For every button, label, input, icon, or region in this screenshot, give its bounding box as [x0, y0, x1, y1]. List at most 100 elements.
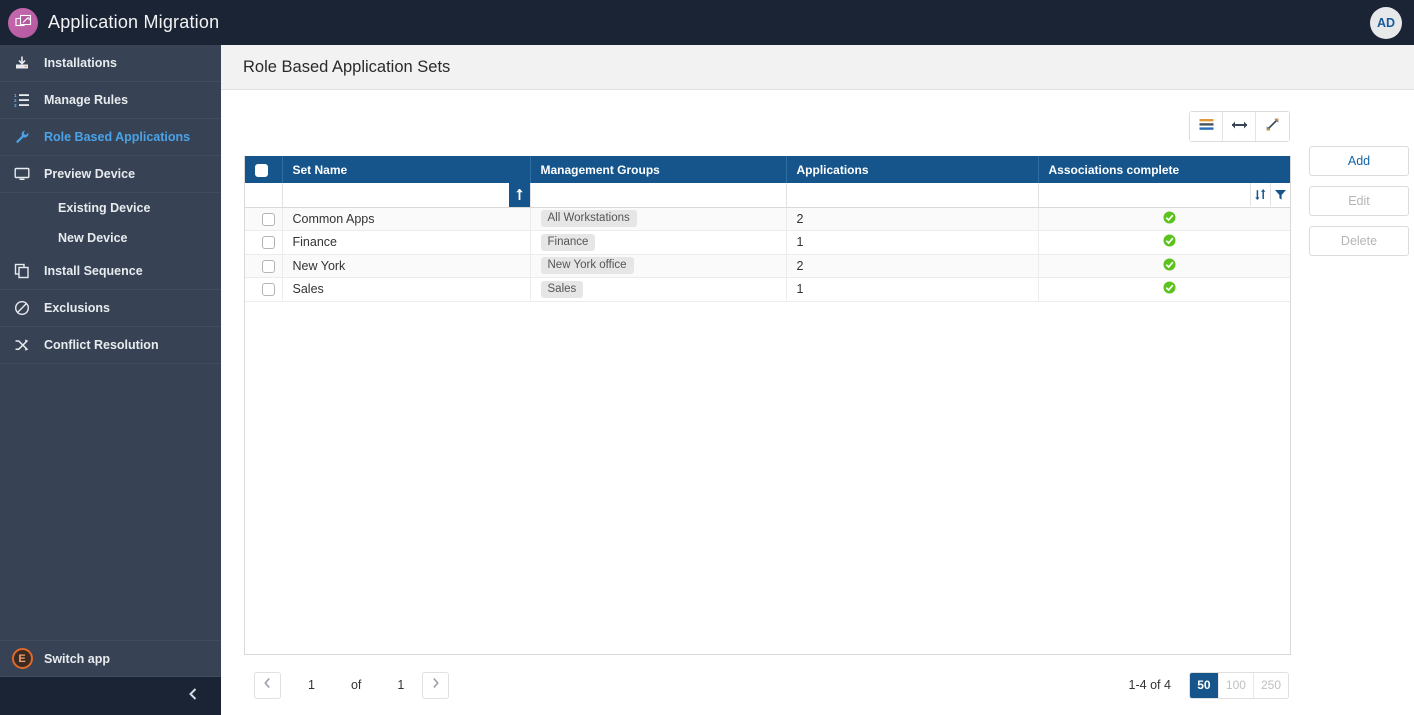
filter-cell-checkbox — [245, 183, 283, 208]
record-range-label: 1-4 of 4 — [1128, 678, 1171, 692]
check-circle-icon — [1163, 211, 1176, 227]
previous-page-button[interactable] — [254, 671, 281, 699]
check-circle-icon — [1163, 258, 1176, 274]
grid-empty-space — [245, 301, 1290, 654]
cell-management-groups: All Workstations — [530, 207, 787, 231]
sidebar-item-install-sequence[interactable]: Install Sequence — [0, 253, 221, 290]
fit-width-button[interactable] — [1223, 112, 1256, 141]
sidebar-collapse-button[interactable] — [0, 677, 221, 715]
sidebar-item-installations[interactable]: Installations — [0, 45, 221, 82]
column-chooser-button[interactable] — [1190, 112, 1223, 141]
sidebar-item-label: Role Based Applications — [44, 130, 191, 144]
fullscreen-button[interactable] — [1256, 112, 1289, 141]
prohibition-icon — [0, 300, 44, 316]
row-select-cell — [245, 207, 283, 231]
filter-action-icons — [1039, 183, 1291, 207]
table-filter-row — [245, 183, 1291, 208]
row-select-cell — [245, 230, 283, 255]
page-size-250[interactable]: 250 — [1253, 672, 1288, 698]
table-body: Common Apps All Workstations 2 Finance F… — [245, 207, 1290, 302]
horizontal-resize-icon — [1231, 118, 1248, 136]
row-checkbox[interactable] — [261, 236, 275, 250]
add-button[interactable]: Add — [1309, 146, 1409, 176]
sidebar-item-role-based-applications[interactable]: Role Based Applications — [0, 119, 221, 156]
page-size-100[interactable]: 100 — [1218, 672, 1254, 698]
table-row[interactable]: Common Apps All Workstations 2 — [245, 207, 1290, 231]
current-page-number[interactable]: 1 — [308, 678, 315, 692]
sidebar-item-label: Installations — [44, 56, 117, 70]
cell-set-name: Sales — [282, 277, 531, 302]
switch-app-button[interactable]: E Switch app — [0, 640, 221, 677]
cell-applications: 1 — [786, 230, 1039, 255]
svg-text:3: 3 — [14, 103, 17, 108]
filter-cell-set-name[interactable] — [282, 183, 531, 208]
pagination-right: 1-4 of 4 50 100 250 — [1128, 671, 1289, 699]
select-all-checkbox[interactable] — [255, 163, 268, 177]
action-button-rail: Add Edit Delete — [1290, 90, 1414, 715]
column-header-associations-complete[interactable]: Associations complete — [1038, 156, 1290, 183]
cell-associations-complete — [1038, 277, 1290, 302]
row-checkbox[interactable] — [261, 283, 275, 297]
sort-ascending-button[interactable] — [508, 183, 530, 207]
grid-area: Set Name Management Groups Applications … — [221, 90, 1291, 715]
management-group-tag: Sales — [540, 280, 584, 298]
grid-toolbar — [244, 111, 1290, 142]
filter-cell-applications[interactable] — [786, 183, 1039, 208]
total-pages: 1 — [397, 678, 405, 692]
sidebar-subitem-label: New Device — [58, 231, 128, 245]
table-row[interactable]: New York New York office 2 — [245, 254, 1290, 278]
filter-cell-associations-complete — [1038, 183, 1291, 208]
delete-button[interactable]: Delete — [1309, 226, 1409, 256]
column-header-management-groups[interactable]: Management Groups — [530, 156, 787, 183]
sidebar-item-preview-device[interactable]: Preview Device — [0, 156, 221, 193]
data-table: Set Name Management Groups Applications … — [245, 156, 1290, 302]
management-group-tag: New York office — [540, 257, 634, 275]
app-title: Application Migration — [48, 12, 220, 32]
management-group-tag: Finance — [540, 233, 596, 251]
filter-cell-management-groups[interactable] — [530, 183, 787, 208]
page-size-50[interactable]: 50 — [1189, 672, 1219, 698]
sidebar-item-conflict-resolution[interactable]: Conflict Resolution — [0, 327, 221, 364]
sidebar-item-exclusions[interactable]: Exclusions — [0, 290, 221, 327]
cell-management-groups: Sales — [530, 277, 787, 302]
edit-button[interactable]: Edit — [1309, 186, 1409, 216]
sidebar-subitem-label: Existing Device — [58, 201, 151, 215]
table-head: Set Name Management Groups Applications … — [245, 156, 1291, 208]
filter-funnel-icon[interactable] — [1270, 183, 1290, 207]
row-checkbox[interactable] — [261, 212, 275, 226]
copy-stack-icon — [0, 263, 44, 279]
cell-set-name: New York — [282, 254, 531, 278]
column-header-set-name[interactable]: Set Name — [282, 156, 531, 183]
avatar[interactable]: AD — [1370, 7, 1402, 39]
table-header-row: Set Name Management Groups Applications … — [245, 156, 1290, 183]
table-row[interactable]: Finance Finance 1 — [245, 230, 1290, 255]
row-select-cell — [245, 277, 283, 302]
sidebar-item-new-device[interactable]: New Device — [0, 223, 221, 253]
main-content: Role Based Application Sets Set Name Man… — [221, 45, 1414, 715]
check-circle-icon — [1163, 234, 1176, 250]
shuffle-arrows-icon — [0, 337, 44, 353]
cell-associations-complete — [1038, 254, 1290, 278]
cell-applications: 2 — [786, 254, 1039, 278]
chevron-left-icon — [263, 676, 272, 694]
content-area: Set Name Management Groups Applications … — [221, 90, 1414, 715]
monitor-icon — [0, 166, 44, 182]
e-badge-icon: E — [0, 648, 44, 669]
sidebar-item-manage-rules[interactable]: 1 2 3 Manage Rules — [0, 82, 221, 119]
sidebar-item-label: Conflict Resolution — [44, 338, 159, 352]
select-all-header — [245, 156, 283, 183]
column-header-applications[interactable]: Applications — [786, 156, 1039, 183]
table-row[interactable]: Sales Sales 1 — [245, 277, 1290, 302]
next-page-button[interactable] — [422, 671, 450, 699]
page-size-group: 50 100 250 — [1188, 671, 1289, 699]
cell-management-groups: Finance — [530, 230, 787, 255]
windows-stack-icon — [8, 7, 38, 38]
sidebar-item-label: Install Sequence — [44, 264, 143, 278]
data-grid: Set Name Management Groups Applications … — [244, 156, 1291, 655]
wrench-icon — [0, 129, 44, 145]
sidebar-item-existing-device[interactable]: Existing Device — [0, 193, 221, 223]
sort-icon[interactable] — [1250, 183, 1270, 207]
row-checkbox[interactable] — [261, 259, 275, 273]
sidebar-item-label: Preview Device — [44, 167, 136, 181]
management-group-tag: All Workstations — [540, 210, 637, 228]
